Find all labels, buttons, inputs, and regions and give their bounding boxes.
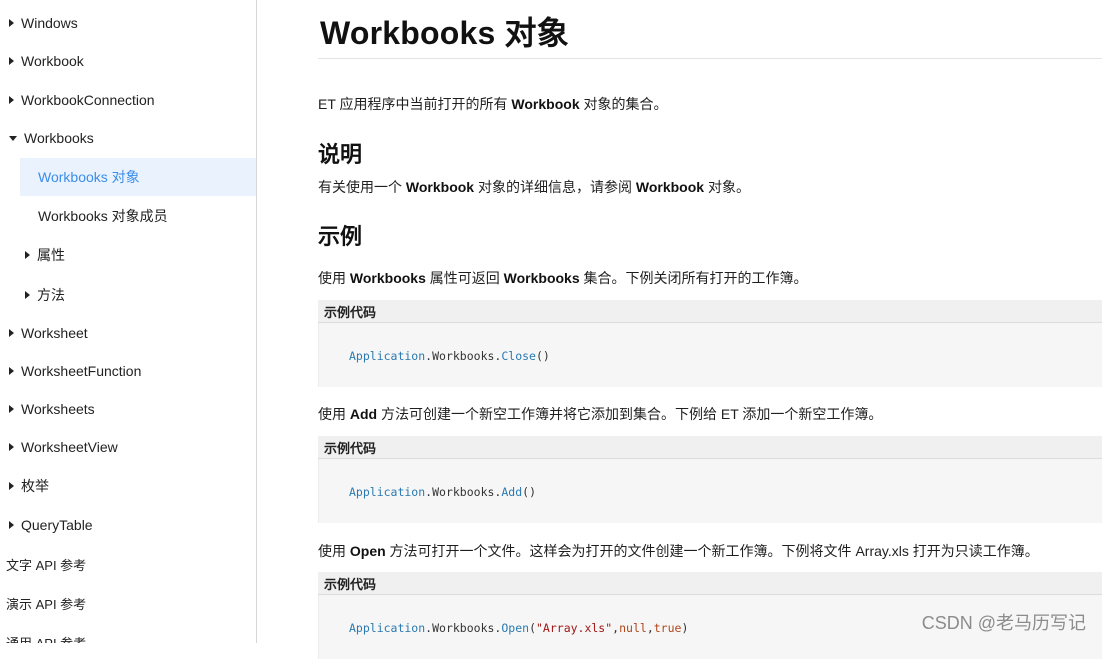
caret-right-icon (9, 19, 14, 27)
workbook-link[interactable]: Workbook (636, 179, 704, 195)
sidebar-item-worksheets[interactable]: Worksheets (0, 390, 256, 428)
sidebar-item-label: 方法 (37, 287, 65, 303)
sidebar-item-workbooks[interactable]: Workbooks (0, 119, 256, 157)
code-body[interactable]: Application.Workbooks.Close() (318, 323, 1102, 387)
sidebar-item-label: 文字 API 参考 (6, 557, 87, 573)
sidebar-item-writer-api[interactable]: 文字 API 参考 (0, 545, 256, 583)
sidebar-item-workbooks-object[interactable]: Workbooks 对象 (20, 158, 256, 196)
caret-right-icon (9, 96, 14, 104)
sidebar-item-label: 枚举 (21, 478, 49, 494)
sidebar-item-worksheet[interactable]: Worksheet (0, 314, 256, 352)
sidebar-item-label: WorkbookConnection (21, 92, 155, 108)
sidebar-item-label: 演示 API 参考 (6, 596, 87, 612)
caret-right-icon (9, 329, 14, 337)
sidebar-item-label: Worksheet (21, 325, 88, 341)
caret-right-icon (9, 367, 14, 375)
example-heading: 示例 (318, 224, 363, 249)
sidebar-item-label: Workbooks 对象 (38, 169, 140, 185)
code-header: 示例代码 (318, 300, 1102, 323)
caret-right-icon (25, 291, 30, 299)
sidebar-item-label: Worksheets (21, 401, 95, 417)
title-divider (318, 58, 1102, 59)
sidebar-item-label: 通用 API 参考 (6, 635, 87, 644)
caret-right-icon (9, 443, 14, 451)
sidebar-item-label: QueryTable (21, 517, 93, 533)
caret-down-icon (9, 135, 17, 141)
sidebar-item-common-api[interactable]: 通用 API 参考 (0, 623, 256, 644)
example2-text: 使用 Add 方法可创建一个新空工作簿并将它添加到集合。下例给 ET 添加一个新… (318, 406, 883, 422)
sidebar-item-label: Workbooks 对象成员 (38, 208, 168, 224)
code-line: Application.Workbooks.Close() (349, 349, 550, 363)
sidebar-item-label: Windows (21, 15, 78, 31)
caret-right-icon (25, 251, 30, 259)
sidebar: Windows Workbook WorkbookConnection Work… (0, 0, 257, 643)
sidebar-item-properties[interactable]: 属性 (0, 236, 256, 274)
code-line: Application.Workbooks.Add() (349, 485, 536, 499)
sidebar-item-label: WorksheetFunction (21, 363, 142, 379)
main-content: Workbooks 对象 ET 应用程序中当前打开的所有 Workbook 对象… (318, 0, 1102, 659)
sidebar-item-worksheetfunction[interactable]: WorksheetFunction (0, 352, 256, 390)
sidebar-item-label: Workbooks (24, 130, 94, 146)
watermark: CSDN @老马历写记 (921, 613, 1086, 633)
sidebar-item-querytable[interactable]: QueryTable (0, 506, 256, 544)
sidebar-item-label: WorksheetView (21, 439, 118, 455)
sidebar-item-label: 属性 (37, 247, 65, 263)
remarks-text: 有关使用一个 Workbook 对象的详细信息，请参阅 Workbook 对象。 (318, 179, 750, 195)
page-title: Workbooks 对象 (320, 15, 569, 51)
code-block: 示例代码 Application.Workbooks.Add() (318, 436, 1102, 523)
sidebar-item-enums[interactable]: 枚举 (0, 467, 256, 505)
caret-right-icon (9, 57, 14, 65)
remarks-heading: 说明 (318, 142, 363, 167)
code-header: 示例代码 (318, 436, 1102, 459)
sidebar-item-presentation-api[interactable]: 演示 API 参考 (0, 584, 256, 622)
example1-text: 使用 Workbooks 属性可返回 Workbooks 集合。下例关闭所有打开… (318, 270, 808, 286)
example3-text: 使用 Open 方法可打开一个文件。这样会为打开的文件创建一个新工作簿。下例将文… (318, 543, 1039, 559)
sidebar-item-workbookconnection[interactable]: WorkbookConnection (0, 81, 256, 119)
sidebar-item-workbook[interactable]: Workbook (0, 42, 256, 80)
sidebar-item-worksheetview[interactable]: WorksheetView (0, 428, 256, 466)
caret-right-icon (9, 482, 14, 490)
caret-right-icon (9, 521, 14, 529)
code-body[interactable]: Application.Workbooks.Add() (318, 459, 1102, 523)
sidebar-item-methods[interactable]: 方法 (0, 276, 256, 314)
workbook-link[interactable]: Workbook (406, 179, 474, 195)
intro-text: ET 应用程序中当前打开的所有 Workbook 对象的集合。 (318, 96, 668, 112)
sidebar-item-windows[interactable]: Windows (0, 4, 256, 42)
code-line: Application.Workbooks.Open("Array.xls",n… (349, 621, 689, 635)
code-block: 示例代码 Application.Workbooks.Close() (318, 300, 1102, 387)
caret-right-icon (9, 405, 14, 413)
sidebar-item-label: Workbook (21, 53, 84, 69)
sidebar-item-workbooks-members[interactable]: Workbooks 对象成员 (0, 197, 256, 235)
code-header: 示例代码 (318, 572, 1102, 595)
